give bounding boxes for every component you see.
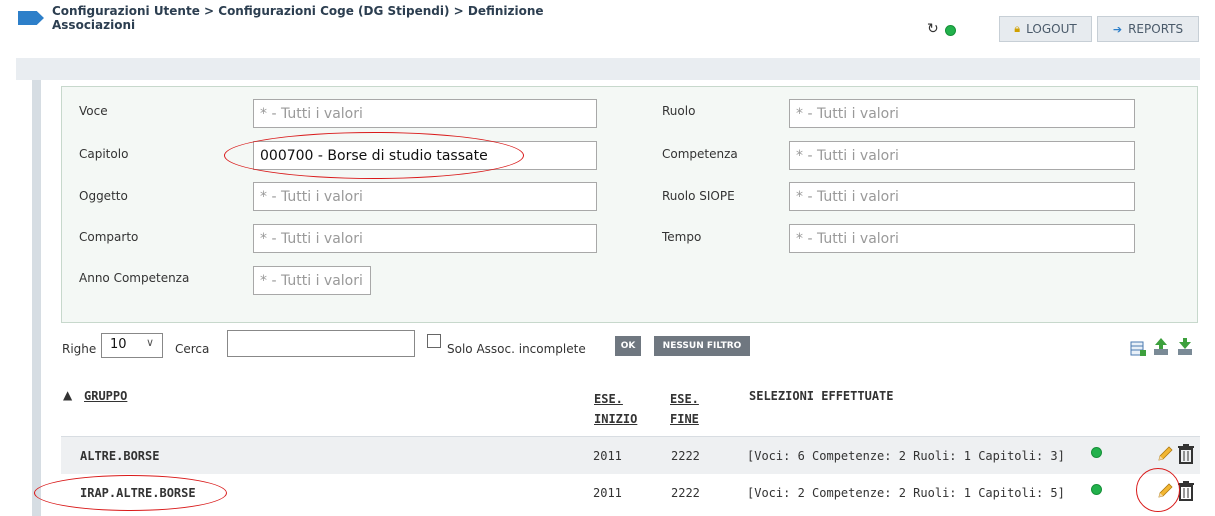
col-ese-inizio-line2: INIZIO: [594, 412, 638, 426]
ruolo-label: Ruolo: [662, 104, 696, 118]
logout-button[interactable]: 🔒︎ LOGOUT: [999, 16, 1092, 42]
anno-competenza-input[interactable]: * - Tutti i valori: [253, 266, 371, 295]
breadcrumb-line-2: Associazioni: [52, 18, 136, 32]
reports-label: REPORTS: [1128, 22, 1184, 36]
cerca-label: Cerca: [175, 342, 210, 356]
download-icon[interactable]: [1176, 337, 1194, 357]
solo-assoc-label: Solo Assoc. incomplete: [447, 342, 586, 356]
comparto-label: Comparto: [79, 230, 139, 244]
row-fine: 2222: [671, 449, 700, 463]
breadcrumb-line-1: Configurazioni Utente > Configurazioni C…: [52, 4, 544, 18]
righe-label: Righe: [62, 342, 97, 356]
row-inizio: 2011: [593, 486, 622, 500]
col-ese-fine-line2: FINE: [670, 412, 699, 426]
col-ese-inizio-line1: ESE.: [594, 392, 623, 406]
table-row[interactable]: IRAP.ALTRE.BORSE 2011 2222 [Voci: 2 Comp…: [61, 474, 1200, 516]
row-inizio: 2011: [593, 449, 622, 463]
col-ese-inizio-header[interactable]: ESE. INIZIO: [594, 389, 637, 429]
competenza-label: Competenza: [662, 147, 738, 161]
sub-header-bar: [16, 58, 1200, 80]
refresh-icon[interactable]: ↻: [927, 21, 939, 37]
solo-assoc-checkbox[interactable]: [427, 334, 441, 348]
ok-button[interactable]: OK: [615, 336, 641, 356]
row-selezioni: [Voci: 2 Competenze: 2 Ruoli: 1 Capitoli…: [747, 486, 1065, 500]
status-ok-icon: [945, 25, 956, 36]
row-fine: 2222: [671, 486, 700, 500]
annotation-ellipse-capitolo: [224, 132, 524, 179]
cerca-input[interactable]: [227, 330, 415, 357]
edit-pencil-icon[interactable]: [1156, 445, 1174, 463]
col-ese-fine-header[interactable]: ESE. FINE: [670, 389, 699, 429]
comparto-input[interactable]: * - Tutti i valori: [253, 224, 597, 253]
left-sidebar-strip: [32, 80, 41, 516]
nessun-filtro-button[interactable]: NESSUN FILTRO: [654, 336, 750, 356]
app-logo-icon: [18, 11, 44, 25]
anno-competenza-label: Anno Competenza: [79, 271, 190, 285]
ruolo-siope-input[interactable]: * - Tutti i valori: [789, 182, 1135, 211]
tempo-input[interactable]: * - Tutti i valori: [789, 224, 1135, 253]
status-ok-icon: [1091, 484, 1102, 495]
tempo-label: Tempo: [662, 230, 702, 244]
arrow-right-icon: ➔: [1112, 22, 1123, 36]
export-excel-icon[interactable]: [1130, 340, 1147, 357]
capitolo-label: Capitolo: [79, 147, 129, 161]
col-ese-fine-line1: ESE.: [670, 392, 699, 406]
righe-select[interactable]: 10 ∨: [101, 333, 163, 358]
trash-icon[interactable]: [1177, 443, 1195, 465]
oggetto-label: Oggetto: [79, 189, 128, 203]
ruolo-input[interactable]: * - Tutti i valori: [789, 99, 1135, 128]
annotation-ellipse-edit: [1136, 468, 1180, 512]
table-row[interactable]: ALTRE.BORSE 2011 2222 [Voci: 6 Competenz…: [61, 436, 1200, 474]
lock-icon: 🔒︎: [1014, 22, 1021, 35]
sort-asc-icon: ▲: [63, 388, 73, 402]
annotation-ellipse-gruppo: [34, 475, 227, 511]
righe-select-value: 10: [110, 337, 127, 352]
upload-icon[interactable]: [1152, 337, 1170, 357]
col-selezioni-header: SELEZIONI EFFETTUATE: [749, 389, 894, 403]
breadcrumb: Configurazioni Utente > Configurazioni C…: [52, 4, 612, 32]
chevron-down-icon: ∨: [146, 336, 155, 349]
oggetto-input[interactable]: * - Tutti i valori: [253, 182, 597, 211]
voce-label: Voce: [79, 104, 108, 118]
voce-input[interactable]: * - Tutti i valori: [253, 99, 597, 128]
status-ok-icon: [1091, 447, 1102, 458]
row-gruppo: ALTRE.BORSE: [80, 449, 160, 463]
competenza-input[interactable]: * - Tutti i valori: [789, 141, 1135, 170]
logout-label: LOGOUT: [1026, 22, 1077, 36]
ruolo-siope-label: Ruolo SIOPE: [662, 189, 735, 203]
row-selezioni: [Voci: 6 Competenze: 2 Ruoli: 1 Capitoli…: [747, 449, 1065, 463]
reports-button[interactable]: ➔ REPORTS: [1097, 16, 1199, 42]
col-gruppo-header[interactable]: GRUPPO: [84, 389, 127, 403]
